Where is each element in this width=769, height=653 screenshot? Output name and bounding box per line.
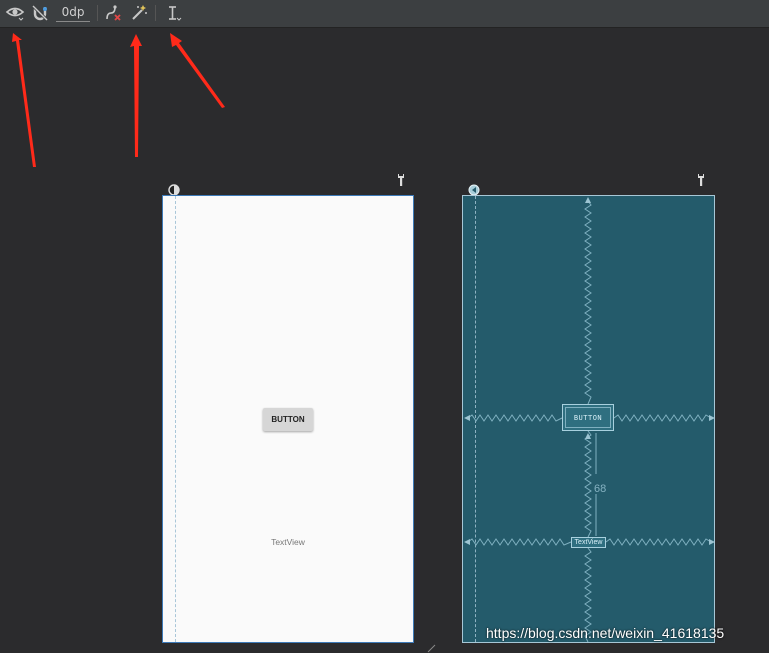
default-margin-field[interactable]: 0dp xyxy=(56,4,90,22)
layout-editor-toolbar: 0dp xyxy=(0,0,769,28)
design-view-resize-handle[interactable] xyxy=(395,174,407,186)
wrench-icon xyxy=(398,174,404,186)
magnet-icon xyxy=(31,4,49,22)
clear-constraints-button[interactable] xyxy=(103,3,123,23)
arrow-to-eye-icon xyxy=(12,33,36,167)
wrench-icon xyxy=(698,174,704,186)
infer-constraints-button[interactable] xyxy=(129,3,149,23)
blueprint-view-screen: BUTTON 68 TextView xyxy=(462,195,715,643)
clear-constraints-icon xyxy=(106,5,121,21)
canvas-resize-corner-icon[interactable] xyxy=(426,643,436,653)
toolbar-separator xyxy=(97,5,98,21)
guidelines-icon xyxy=(169,6,182,21)
eye-icon xyxy=(5,7,25,21)
watermark-text: https://blog.csdn.net/weixin_41618135 xyxy=(486,625,725,641)
design-button-widget[interactable]: BUTTON xyxy=(263,408,313,431)
design-view-screen: BUTTON TextView xyxy=(162,195,414,643)
show-view-options-button[interactable] xyxy=(4,3,26,23)
annotation-arrows xyxy=(12,33,225,167)
arrow-to-guidelines-icon xyxy=(170,33,225,108)
blueprint-textview-widget[interactable]: TextView xyxy=(571,537,606,548)
guidelines-button[interactable] xyxy=(163,3,183,23)
arrow-to-infer-icon xyxy=(130,34,142,157)
margin-dimension-label: 68 xyxy=(594,483,607,495)
blueprint-resize-handle[interactable] xyxy=(695,174,707,186)
blueprint-button-widget[interactable]: BUTTON xyxy=(562,404,614,431)
autoconnect-toggle-button[interactable] xyxy=(30,3,50,23)
infer-constraints-icon xyxy=(132,5,147,20)
vertical-guideline[interactable] xyxy=(175,196,176,642)
toolbar-separator xyxy=(155,5,156,21)
design-textview-widget[interactable]: TextView xyxy=(263,535,313,549)
